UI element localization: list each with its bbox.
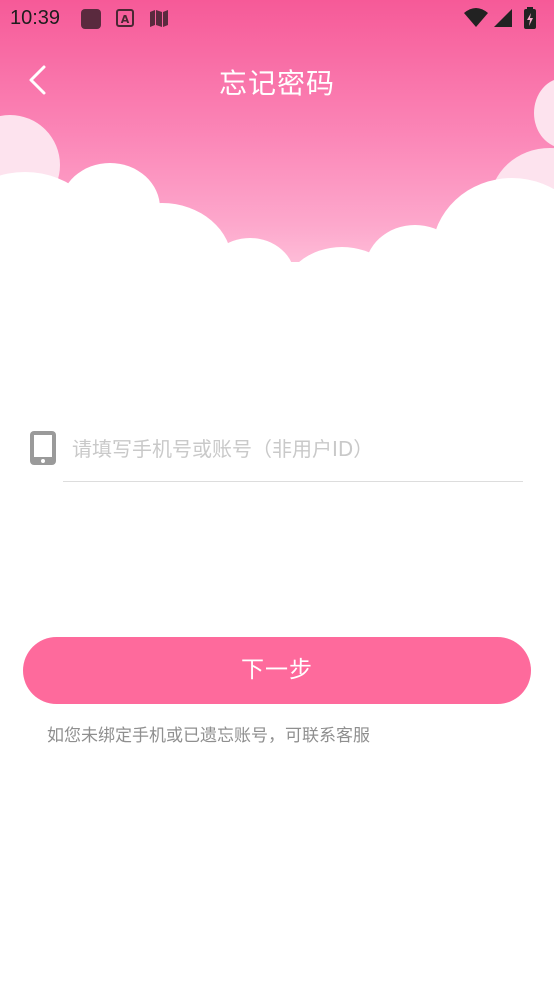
phone-account-input[interactable]	[72, 430, 512, 468]
status-right-group	[464, 7, 546, 31]
phone-icon	[28, 430, 58, 466]
svg-text:A: A	[121, 13, 130, 26]
cloud-base	[0, 262, 554, 300]
app-square-icon	[80, 8, 102, 30]
font-a-icon: A	[116, 8, 138, 30]
battery-charging-icon	[524, 7, 536, 29]
header-background	[0, 0, 554, 300]
signal-icon	[494, 9, 512, 27]
phone-field	[28, 424, 524, 482]
book-icon	[148, 8, 170, 30]
status-time: 10:39	[10, 7, 61, 29]
next-button[interactable]: 下一步	[23, 637, 531, 704]
page-title: 忘记密码	[218, 67, 335, 100]
contact-support-hint: 如您未绑定手机或已遗忘账号，可联系客服	[47, 726, 370, 746]
wifi-icon	[464, 8, 488, 27]
input-underline	[63, 481, 523, 482]
status-bar: 10:39 A	[0, 0, 554, 38]
